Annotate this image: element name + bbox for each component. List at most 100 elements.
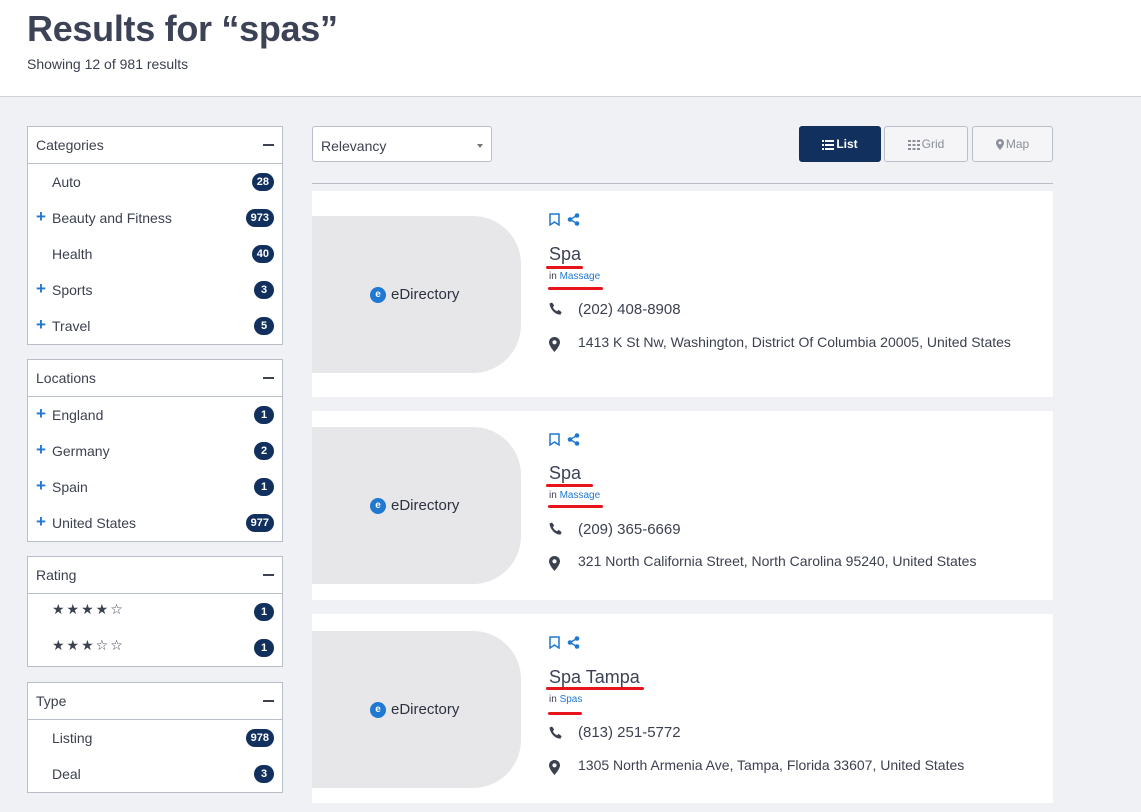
- location-label: United States: [52, 515, 137, 531]
- categories-panel: Categories Auto 28 + Beauty and Fitness …: [27, 126, 283, 345]
- share-icon[interactable]: [567, 636, 580, 649]
- locations-title: Locations: [36, 370, 96, 386]
- result-card[interactable]: e eDirectory Spa in Massage (202) 408-89…: [312, 191, 1053, 397]
- count-badge: 5: [254, 317, 274, 335]
- collapse-icon[interactable]: [263, 144, 274, 146]
- phone-icon: [549, 302, 562, 315]
- bookmark-icon[interactable]: [549, 213, 560, 226]
- list-view-label: List: [836, 137, 858, 151]
- location-item-spain[interactable]: + Spain 1: [28, 469, 282, 505]
- category-item-travel[interactable]: + Travel 5: [28, 308, 282, 344]
- in-label: in: [549, 490, 557, 501]
- listing-title[interactable]: Spa: [549, 463, 581, 484]
- rating-header[interactable]: Rating: [28, 557, 282, 594]
- type-header[interactable]: Type: [28, 683, 282, 720]
- expand-plus-icon[interactable]: +: [36, 316, 46, 333]
- location-item-united-states[interactable]: + United States 977: [28, 505, 282, 541]
- type-label: Listing: [52, 730, 93, 746]
- annotation-underline: [546, 687, 644, 690]
- count-badge: 1: [254, 603, 274, 621]
- grid-view-button[interactable]: Grid: [884, 126, 968, 162]
- location-item-germany[interactable]: + Germany 2: [28, 433, 282, 469]
- category-label: Sports: [52, 282, 93, 298]
- listing-address: 1305 North Armenia Ave, Tampa, Florida 3…: [578, 757, 965, 773]
- category-item-sports[interactable]: + Sports 3: [28, 272, 282, 308]
- location-item-england[interactable]: + England 1: [28, 397, 282, 433]
- category-item-beauty-and-fitness[interactable]: + Beauty and Fitness 973: [28, 200, 282, 236]
- listing-thumbnail[interactable]: e eDirectory: [312, 216, 521, 373]
- listing-address: 321 North California Street, North Carol…: [578, 553, 977, 569]
- listing-phone[interactable]: (209) 365-6669: [578, 521, 681, 538]
- listing-thumbnail[interactable]: e eDirectory: [312, 631, 521, 788]
- annotation-underline: [546, 266, 583, 269]
- logo-text: eDirectory: [391, 701, 460, 718]
- category-link[interactable]: Massage: [560, 271, 601, 282]
- share-icon[interactable]: [567, 433, 580, 446]
- logo-icon: e: [370, 498, 386, 514]
- expand-plus-icon[interactable]: +: [36, 208, 46, 225]
- map-pin-icon: [995, 139, 1004, 150]
- expand-plus-icon[interactable]: +: [36, 441, 46, 458]
- expand-plus-icon[interactable]: +: [36, 280, 46, 297]
- expand-plus-icon[interactable]: +: [36, 477, 46, 494]
- count-badge: 40: [251, 245, 274, 263]
- bookmark-icon[interactable]: [549, 433, 560, 446]
- locations-header[interactable]: Locations: [28, 360, 282, 397]
- categories-header[interactable]: Categories: [28, 127, 282, 164]
- type-item-listing[interactable]: Listing 978: [28, 720, 282, 756]
- type-item-deal[interactable]: Deal 3: [28, 756, 282, 792]
- sort-select[interactable]: Relevancy: [312, 126, 492, 162]
- count-badge: 3: [254, 281, 274, 299]
- collapse-icon[interactable]: [263, 377, 274, 379]
- star-rating-icon: ★★★☆☆: [52, 638, 125, 654]
- type-title: Type: [36, 693, 67, 709]
- sort-value: Relevancy: [321, 138, 387, 154]
- map-pin-icon: [549, 337, 560, 352]
- result-card[interactable]: e eDirectory Spa in Massage (209) 365-66…: [312, 411, 1053, 600]
- chevron-down-icon: [477, 144, 483, 148]
- category-item-health[interactable]: Health 40: [28, 236, 282, 272]
- phone-icon: [549, 522, 562, 535]
- listing-title[interactable]: Spa: [549, 244, 581, 265]
- category-item-auto[interactable]: Auto 28: [28, 164, 282, 200]
- list-view-button[interactable]: List: [799, 126, 881, 162]
- location-label: Germany: [52, 443, 110, 459]
- expand-plus-icon[interactable]: +: [36, 513, 46, 530]
- annotation-underline: [548, 712, 582, 715]
- category-link[interactable]: Massage: [560, 490, 601, 501]
- expand-plus-icon[interactable]: +: [36, 405, 46, 422]
- listing-phone[interactable]: (813) 251-5772: [578, 724, 681, 741]
- list-icon: [822, 140, 835, 150]
- rating-item-3-stars[interactable]: ★★★☆☆ 1: [28, 630, 282, 666]
- bookmark-icon[interactable]: [549, 636, 560, 649]
- rating-title: Rating: [36, 567, 77, 583]
- logo-text: eDirectory: [391, 286, 460, 303]
- annotation-underline: [548, 505, 603, 508]
- locations-panel: Locations + England 1 + Germany 2 + Spai…: [27, 359, 283, 542]
- categories-title: Categories: [36, 137, 104, 153]
- share-icon[interactable]: [567, 213, 580, 226]
- rating-item-4-stars[interactable]: ★★★★☆ 1: [28, 594, 282, 630]
- rating-panel: Rating ★★★★☆ 1 ★★★☆☆ 1: [27, 556, 283, 667]
- category-label: Health: [52, 246, 93, 262]
- category-link[interactable]: Spas: [560, 694, 583, 705]
- listing-category: in Spas: [549, 694, 582, 705]
- count-badge: 977: [245, 514, 274, 532]
- collapse-icon[interactable]: [263, 700, 274, 702]
- count-badge: 28: [251, 173, 274, 191]
- page-title: Results for “spas”: [27, 8, 338, 49]
- results-header: Results for “spas” Showing 12 of 981 res…: [0, 0, 1141, 97]
- listing-address: 1413 K St Nw, Washington, District Of Co…: [578, 334, 1011, 350]
- map-view-button[interactable]: Map: [972, 126, 1053, 162]
- star-rating-icon: ★★★★☆: [52, 602, 125, 618]
- count-badge: 978: [245, 729, 274, 747]
- map-pin-icon: [549, 556, 560, 571]
- logo-text: eDirectory: [391, 497, 460, 514]
- category-label: Beauty and Fitness: [52, 210, 172, 226]
- listing-phone[interactable]: (202) 408-8908: [578, 301, 681, 318]
- listing-thumbnail[interactable]: e eDirectory: [312, 427, 521, 584]
- count-badge: 973: [245, 209, 274, 227]
- result-card[interactable]: e eDirectory Spa Tampa in Spas (813) 251…: [312, 614, 1053, 803]
- collapse-icon[interactable]: [263, 574, 274, 576]
- listing-title[interactable]: Spa Tampa: [549, 667, 640, 688]
